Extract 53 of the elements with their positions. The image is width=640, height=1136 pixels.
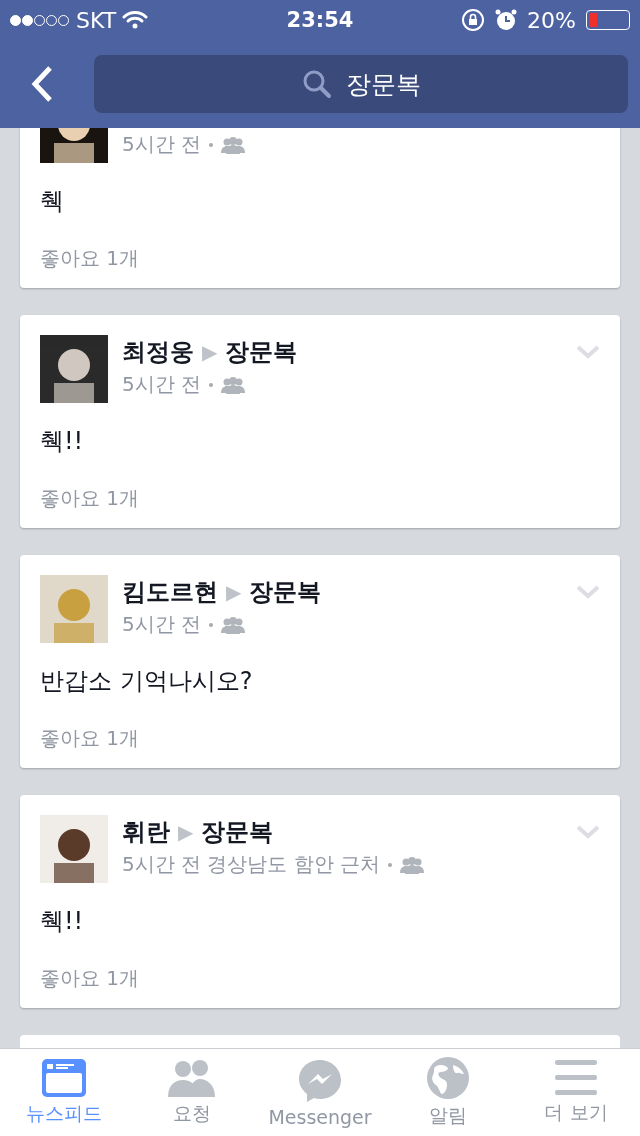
friends-icon — [168, 1058, 216, 1097]
messenger-icon — [298, 1057, 342, 1102]
post-text: 췍!! — [40, 906, 85, 937]
menu-icon — [555, 1059, 597, 1096]
author-name[interactable]: 최정웅 — [122, 336, 194, 368]
separator-dot — [388, 862, 393, 867]
friends-icon — [221, 135, 246, 154]
separator-dot — [209, 622, 214, 627]
arrow-icon: ▶ — [226, 580, 242, 604]
tab[interactable]: 요청 — [132, 1058, 252, 1127]
chevron-icon[interactable] — [576, 345, 600, 359]
like-count[interactable]: 좋아요 1개 — [40, 965, 600, 992]
clock-time: 23:54 — [286, 8, 354, 32]
search-value: 장문복 — [345, 68, 421, 101]
like-count[interactable]: 좋아요 1개 — [40, 725, 600, 752]
like-count[interactable]: 좋아요 1개 — [40, 485, 600, 512]
post-text: 반갑소 기억나시오? — [40, 666, 254, 697]
wifi-icon — [122, 10, 149, 30]
back-icon[interactable] — [30, 65, 54, 103]
battery-percent: 20% — [527, 7, 576, 33]
post-time: 5시간 전 — [122, 371, 202, 398]
author-name[interactable]: 휘란 — [122, 816, 170, 848]
post-text: 췍!! — [40, 426, 85, 457]
chevron-icon[interactable] — [576, 825, 600, 839]
post-time: 5시간 전 — [122, 611, 202, 638]
target-name[interactable]: 장문복 — [201, 816, 274, 848]
battery-icon — [586, 10, 630, 30]
tab[interactable]: 알림 — [388, 1056, 508, 1129]
friends-icon — [221, 615, 246, 634]
arrow-icon: ▶ — [202, 340, 218, 364]
globe-icon — [427, 1056, 469, 1099]
search-icon — [301, 69, 332, 99]
post-time: 5시간 전 경상남도 함안 근처 — [122, 851, 381, 878]
author-name[interactable]: 킴도르현 — [122, 576, 218, 608]
chevron-icon[interactable] — [576, 585, 600, 599]
separator-dot — [209, 382, 214, 387]
target-name[interactable]: 장문복 — [225, 336, 298, 368]
like-count[interactable]: 좋아요 1개 — [40, 245, 600, 272]
post-time: 5시간 전 — [122, 131, 202, 158]
carrier: SKT — [76, 7, 117, 33]
rotation-lock-icon — [461, 8, 486, 32]
tab[interactable]: 뉴스피드 — [4, 1058, 124, 1127]
friends-icon — [400, 855, 425, 874]
tab[interactable]: Messenger — [260, 1057, 380, 1128]
arrow-icon: ▶ — [178, 820, 194, 844]
newsfeed-icon — [42, 1058, 86, 1097]
alarm-icon — [495, 9, 518, 31]
tab[interactable]: 더 보기 — [516, 1059, 636, 1126]
target-name[interactable]: 장문복 — [249, 576, 322, 608]
separator-dot — [209, 142, 214, 147]
search-field[interactable]: 장문복 — [94, 55, 628, 113]
friends-icon — [221, 375, 246, 394]
post-text: 췍 — [40, 186, 65, 217]
